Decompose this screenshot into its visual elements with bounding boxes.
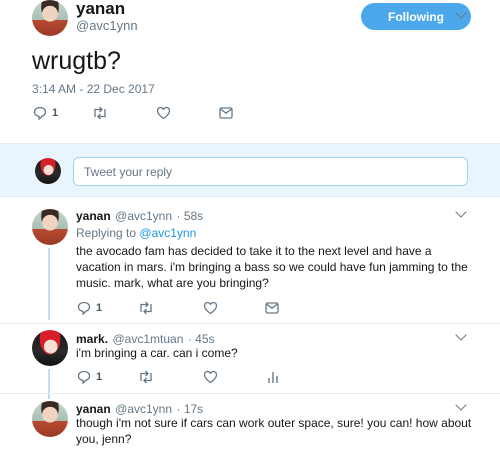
message-action[interactable] (219, 107, 233, 119)
tweet-time[interactable]: · 45s (188, 332, 215, 346)
like-icon (203, 301, 218, 315)
avatar (35, 158, 61, 184)
message-icon (265, 302, 279, 314)
like-action[interactable] (203, 370, 218, 384)
reply-action[interactable]: 1 (77, 301, 102, 315)
reply-input[interactable]: Tweet your reply (73, 157, 468, 186)
author-handle[interactable]: @avc1ynn (115, 209, 172, 223)
tweet-header: yanan @avc1ynn · 58s (76, 207, 203, 225)
reply-icon (77, 370, 91, 384)
chevron-down-icon[interactable] (455, 329, 467, 341)
divider (0, 323, 500, 324)
analytics-action[interactable] (267, 370, 279, 384)
tweet-timestamp[interactable]: 3:14 AM - 22 Dec 2017 (32, 82, 155, 96)
reply-action[interactable]: 1 (77, 370, 102, 384)
retweet-action[interactable] (138, 301, 154, 315)
like-action[interactable] (203, 301, 218, 315)
author-name[interactable]: mark. (76, 332, 108, 346)
tweet-text: the avocado fam has decided to take it t… (76, 244, 468, 290)
retweet-action[interactable] (138, 370, 154, 384)
author-handle[interactable]: @avc1ynn (115, 402, 172, 416)
retweet-icon (138, 370, 154, 384)
thread-connector (48, 369, 50, 399)
tweet-text: though i'm not sure if cars can work out… (76, 416, 472, 446)
thread-connector (48, 248, 50, 320)
analytics-icon (267, 370, 279, 384)
following-button[interactable]: Following (361, 3, 471, 30)
message-action[interactable] (265, 302, 279, 314)
tweet-text: wrugtb? (32, 47, 121, 75)
retweet-action[interactable] (92, 106, 108, 120)
avatar[interactable] (32, 401, 68, 437)
avatar[interactable] (32, 209, 68, 245)
replying-prefix: Replying to (76, 226, 137, 240)
author-handle[interactable]: @avc1ynn (76, 18, 138, 33)
retweet-icon (92, 106, 108, 120)
reply-count: 1 (96, 302, 103, 314)
reply-action[interactable]: 1 (33, 106, 58, 120)
author-name[interactable]: yanan (76, 209, 111, 223)
reply-icon (33, 106, 47, 120)
chevron-down-icon[interactable] (455, 399, 467, 411)
replying-to: Replying to @avc1ynn (76, 226, 196, 240)
tweet-time[interactable]: · 17s (176, 402, 203, 416)
tweet-time[interactable]: · 58s (176, 209, 203, 223)
divider (0, 196, 500, 197)
author-handle[interactable]: @avc1mtuan (112, 332, 183, 346)
like-icon (156, 106, 171, 120)
author-name[interactable]: yanan (76, 0, 125, 19)
chevron-down-icon[interactable] (455, 206, 467, 218)
like-icon (203, 370, 218, 384)
reply-count: 1 (96, 371, 103, 383)
like-action[interactable] (156, 106, 171, 120)
replying-to-link[interactable]: @avc1ynn (139, 226, 196, 240)
divider (0, 393, 500, 394)
tweet-text: i'm bringing a car. can i come? (76, 346, 238, 360)
retweet-icon (138, 301, 154, 315)
reply-icon (77, 301, 91, 315)
reply-count: 1 (52, 107, 59, 119)
author-name[interactable]: yanan (76, 402, 111, 416)
avatar[interactable] (32, 0, 68, 36)
avatar[interactable] (32, 330, 68, 366)
message-icon (219, 107, 233, 119)
